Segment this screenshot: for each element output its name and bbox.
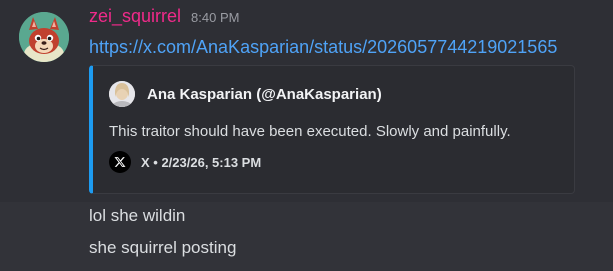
link-embed: Ana Kasparian (@AnaKasparian) This trait…: [89, 65, 575, 194]
user-avatar[interactable]: [19, 12, 69, 62]
message-group: zei_squirrel 8:40 PM https://x.com/AnaKa…: [0, 0, 613, 202]
embed-footer-text: X • 2/23/26, 5:13 PM: [141, 154, 262, 170]
embed-footer: X • 2/23/26, 5:13 PM: [109, 151, 261, 173]
message-header: zei_squirrel 8:40 PM: [89, 6, 239, 30]
embed-author: Ana Kasparian (@AnaKasparian): [109, 81, 382, 107]
timestamp[interactable]: 8:40 PM: [191, 10, 239, 25]
message-text: lol she wildin: [89, 206, 186, 225]
embed-author-name[interactable]: Ana Kasparian (@AnaKasparian): [147, 86, 382, 103]
embed-description: This traitor should have been executed. …: [109, 123, 511, 140]
x-logo-icon: [109, 151, 131, 173]
embed-author-avatar[interactable]: [109, 81, 135, 107]
profile-photo-icon: [109, 81, 135, 107]
username[interactable]: zei_squirrel: [89, 6, 181, 27]
squirrel-avatar-icon: [19, 12, 69, 62]
message-text: she squirrel posting: [89, 238, 237, 257]
message-link[interactable]: https://x.com/AnaKasparian/status/202605…: [89, 37, 557, 58]
